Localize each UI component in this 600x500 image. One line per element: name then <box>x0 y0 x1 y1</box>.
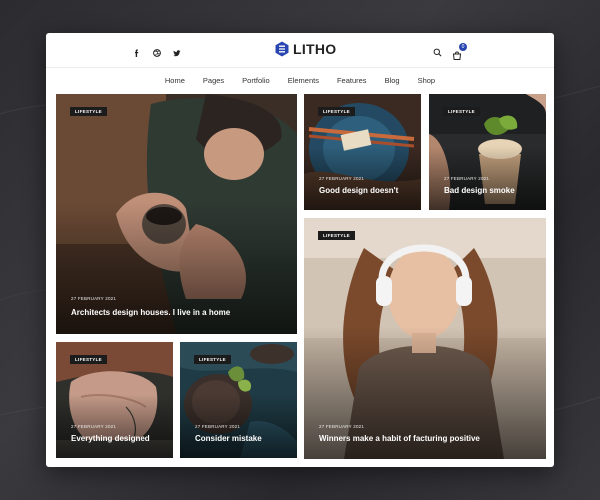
header-actions: 0 <box>433 43 467 62</box>
post-title[interactable]: Architects design houses. I live in a ho… <box>71 308 230 317</box>
post-date: 27 FEBRUARY 2021 <box>71 424 117 429</box>
nav-item-portfolio[interactable]: Portfolio <box>242 76 270 85</box>
nav-item-blog[interactable]: Blog <box>385 76 400 85</box>
social-links <box>132 45 182 57</box>
image-overlay <box>304 218 546 459</box>
post-title[interactable]: Good design doesn't <box>319 186 398 195</box>
browser-page: LITHO 0 Home Pages Portfolio Elements Fe… <box>46 33 554 467</box>
category-tag[interactable]: LIFESTYLE <box>443 107 480 116</box>
post-date: 27 FEBRUARY 2021 <box>319 424 365 429</box>
post-title[interactable]: Winners make a habit of facturing positi… <box>319 434 480 443</box>
category-tag[interactable]: LIFESTYLE <box>70 107 107 116</box>
post-title[interactable]: Consider mistake <box>195 434 262 443</box>
header-bar: LITHO 0 <box>46 33 554 68</box>
post-date: 27 FEBRUARY 2021 <box>71 296 117 301</box>
post-card-bad-design[interactable]: LIFESTYLE 27 FEBRUARY 2021 Bad design sm… <box>429 94 546 210</box>
nav-item-elements[interactable]: Elements <box>288 76 319 85</box>
post-card-everything-designed[interactable]: LIFESTYLE 27 FEBRUARY 2021 Everything de… <box>56 342 173 458</box>
cart-count-badge: 0 <box>459 43 467 51</box>
main-nav: Home Pages Portfolio Elements Features B… <box>46 68 554 93</box>
category-tag[interactable]: LIFESTYLE <box>194 355 231 364</box>
post-date: 27 FEBRUARY 2021 <box>319 176 365 181</box>
post-card-architects[interactable]: LIFESTYLE 27 FEBRUARY 2021 Architects de… <box>56 94 297 334</box>
post-card-good-design[interactable]: LIFESTYLE 27 FEBRUARY 2021 Good design d… <box>304 94 421 210</box>
post-date: 27 FEBRUARY 2021 <box>444 176 490 181</box>
logo-icon <box>275 41 289 57</box>
post-title[interactable]: Bad design smoke <box>444 186 515 195</box>
nav-item-shop[interactable]: Shop <box>418 76 436 85</box>
cart-button[interactable]: 0 <box>452 43 467 60</box>
nav-item-home[interactable]: Home <box>165 76 185 85</box>
nav-item-features[interactable]: Features <box>337 76 367 85</box>
post-card-winners[interactable]: LIFESTYLE 27 FEBRUARY 2021 Winners make … <box>304 218 546 459</box>
category-tag[interactable]: LIFESTYLE <box>70 355 107 364</box>
site-logo[interactable]: LITHO <box>275 41 337 57</box>
dribbble-icon[interactable] <box>152 45 162 57</box>
nav-item-pages[interactable]: Pages <box>203 76 224 85</box>
category-tag[interactable]: LIFESTYLE <box>318 107 355 116</box>
post-card-consider-mistake[interactable]: LIFESTYLE 27 FEBRUARY 2021 Consider mist… <box>180 342 297 458</box>
cart-icon <box>452 51 462 60</box>
post-date: 27 FEBRUARY 2021 <box>195 424 241 429</box>
facebook-icon[interactable] <box>132 45 142 57</box>
post-title[interactable]: Everything designed <box>71 434 150 443</box>
search-icon[interactable] <box>433 44 442 62</box>
logo-text: LITHO <box>293 41 337 57</box>
twitter-icon[interactable] <box>172 45 182 57</box>
category-tag[interactable]: LIFESTYLE <box>318 231 355 240</box>
